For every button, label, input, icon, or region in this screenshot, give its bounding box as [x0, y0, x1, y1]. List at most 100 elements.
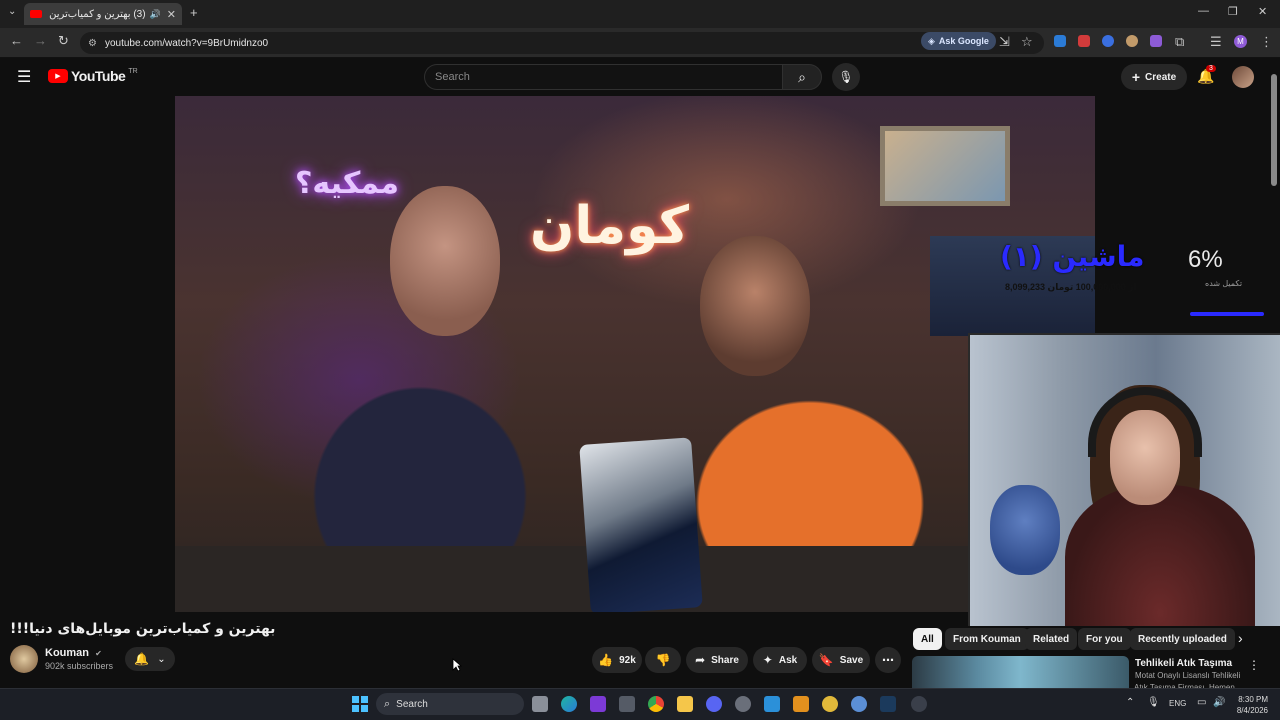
edge-browser-icon[interactable] [561, 696, 577, 712]
address-bar[interactable]: ⚙ youtube.com/watch?v=9BrUmidnzo0 [80, 32, 1044, 54]
site-info-icon[interactable]: ⚙ [88, 38, 97, 49]
chip-related[interactable]: Related [1025, 628, 1078, 650]
tab-title: (3) بهترین و کمیاب‌ترین موبا [48, 8, 146, 20]
minimize-window-icon[interactable]: — [1198, 5, 1209, 17]
ask-google-button[interactable]: ◈ Ask Google [921, 32, 996, 50]
notification-badge: 3 [1206, 65, 1216, 72]
sparkle-icon: ✦ [762, 653, 773, 667]
audio-playing-icon[interactable]: 🔊 [150, 9, 161, 20]
reload-icon[interactable]: ↻ [58, 33, 69, 49]
browser-menu-icon[interactable]: ⋮ [1260, 34, 1273, 50]
extension-cookie-icon[interactable] [1126, 35, 1138, 47]
close-tab-icon[interactable]: ✕ [167, 8, 176, 21]
extension-translate-icon[interactable] [1054, 35, 1066, 47]
file-explorer-icon[interactable] [677, 696, 693, 712]
app-orange-icon[interactable] [793, 696, 809, 712]
donation-goal-amount: 8,099,233 از 100,000,000 تومان [1005, 282, 1137, 292]
network-icon[interactable]: ▭ [1197, 697, 1206, 708]
bookmark-star-icon[interactable]: ☆ [1021, 34, 1033, 50]
channel-name-text: Kouman [45, 647, 89, 659]
host-right-head [700, 236, 810, 376]
windows-start-icon[interactable] [352, 696, 368, 712]
app-gear-icon[interactable] [735, 696, 751, 712]
chrome-browser-icon[interactable] [648, 696, 664, 712]
chip-recently-uploaded[interactable]: Recently uploaded [1130, 628, 1235, 650]
discord-icon[interactable] [706, 696, 722, 712]
tray-microphone-icon[interactable]: 🎙 [1147, 697, 1160, 708]
search-icon: ⌕ [798, 68, 806, 85]
install-app-icon[interactable]: ⇲ [999, 34, 1010, 50]
account-avatar[interactable] [1232, 66, 1254, 88]
like-count: 92k [619, 654, 636, 666]
video-player[interactable]: ممکیه؟ کومان [175, 96, 1095, 612]
url-text: youtube.com/watch?v=9BrUmidnzo0 [104, 37, 269, 49]
recommended-video-title[interactable]: Tehlikeli Atık Taşıma [1135, 658, 1232, 669]
recommended-video-thumbnail[interactable] [912, 656, 1129, 690]
app-r-icon[interactable] [590, 696, 606, 712]
extension-red-icon[interactable] [1078, 35, 1090, 47]
microphone-icon: 🎙 [838, 70, 854, 84]
profile-avatar[interactable]: M [1234, 35, 1247, 48]
chip-for-you[interactable]: For you [1078, 628, 1131, 650]
verified-check-icon: ✔ [95, 649, 102, 658]
reading-list-icon[interactable]: ☰ [1210, 34, 1222, 50]
media-player-icon[interactable] [911, 696, 927, 712]
volume-icon[interactable]: 🔊 [1213, 697, 1225, 708]
close-window-icon[interactable]: ✕ [1258, 5, 1267, 18]
app-check-icon[interactable] [764, 696, 780, 712]
search-input[interactable]: Search [424, 64, 782, 90]
hamburger-menu-icon[interactable]: ☰ [17, 67, 31, 87]
taskbar-search-icon: ⌕ [384, 697, 391, 710]
ask-button[interactable]: ✦ Ask [753, 647, 807, 673]
subscription-bell-button[interactable]: 🔔 ⌄ [125, 647, 175, 671]
share-button[interactable]: ➦ Share [686, 647, 748, 673]
channel-name[interactable]: Kouman ✔ [45, 647, 102, 659]
notifications-button[interactable]: 🔔 3 [1197, 65, 1216, 86]
region-code: TR [128, 67, 138, 75]
app-coin-icon[interactable] [822, 696, 838, 712]
create-button[interactable]: + Create [1121, 64, 1187, 90]
extensions-puzzle-icon[interactable]: ⧉ [1175, 34, 1184, 50]
app-blue-orb-icon[interactable] [851, 696, 867, 712]
scrollbar-thumb[interactable] [1271, 74, 1277, 186]
new-tab-icon[interactable]: + [190, 5, 198, 20]
task-view-icon[interactable] [532, 696, 548, 712]
like-button[interactable]: 👍 92k [592, 647, 642, 673]
forward-arrow-icon[interactable]: → [34, 33, 47, 48]
show-hidden-icons-chevron-icon[interactable]: ⌃ [1126, 697, 1134, 708]
dislike-button[interactable]: 👎 [645, 647, 681, 673]
chip-from-kouman[interactable]: From Kouman [945, 628, 1029, 650]
app-cube-icon[interactable] [619, 696, 635, 712]
bookmark-icon: 🔖 [818, 653, 834, 667]
extension-blue-icon[interactable] [1102, 35, 1114, 47]
voice-search-button[interactable]: 🎙 [832, 63, 860, 91]
steam-icon[interactable] [880, 696, 896, 712]
plush-toy [990, 485, 1060, 575]
windows-taskbar [0, 688, 1280, 720]
input-language[interactable]: ENG [1169, 699, 1186, 708]
restore-window-icon[interactable]: ❐ [1228, 5, 1238, 18]
plus-icon: + [1131, 69, 1141, 85]
clock-date: 8/4/2026 [1236, 706, 1268, 715]
thumbs-up-icon: 👍 [598, 653, 614, 667]
browser-tab-bar: ⌄ (3) بهترین و کمیاب‌ترین موبا 🔊 ✕ + — ❐… [0, 0, 1280, 28]
chips-next-chevron-icon[interactable]: › [1238, 630, 1243, 646]
back-arrow-icon[interactable]: ← [10, 33, 23, 48]
more-actions-button[interactable]: ⋯ [875, 647, 901, 673]
save-label: Save [839, 654, 864, 666]
search-button[interactable]: ⌕ [782, 64, 822, 90]
channel-avatar[interactable] [10, 645, 38, 673]
page-scrollbar[interactable] [1270, 62, 1278, 682]
tab-list-chevron-icon[interactable]: ⌄ [8, 6, 16, 17]
taskbar-search[interactable]: ⌕ Search [376, 693, 524, 715]
save-button[interactable]: 🔖 Save [812, 647, 870, 673]
youtube-logo[interactable]: ▶ YouTube TR [48, 68, 138, 84]
chip-all[interactable]: All [913, 628, 942, 650]
youtube-play-logo-icon: ▶ [48, 69, 68, 83]
recommendation-menu-icon[interactable]: ⋮ [1248, 658, 1260, 672]
taskbar-clock[interactable]: 8:30 PM 8/4/2026 [1232, 694, 1268, 716]
share-arrow-icon: ➦ [695, 653, 706, 667]
extension-purple-icon[interactable] [1150, 35, 1162, 47]
browser-tab-active[interactable]: (3) بهترین و کمیاب‌ترین موبا 🔊 ✕ [24, 3, 182, 25]
create-label: Create [1145, 71, 1177, 83]
